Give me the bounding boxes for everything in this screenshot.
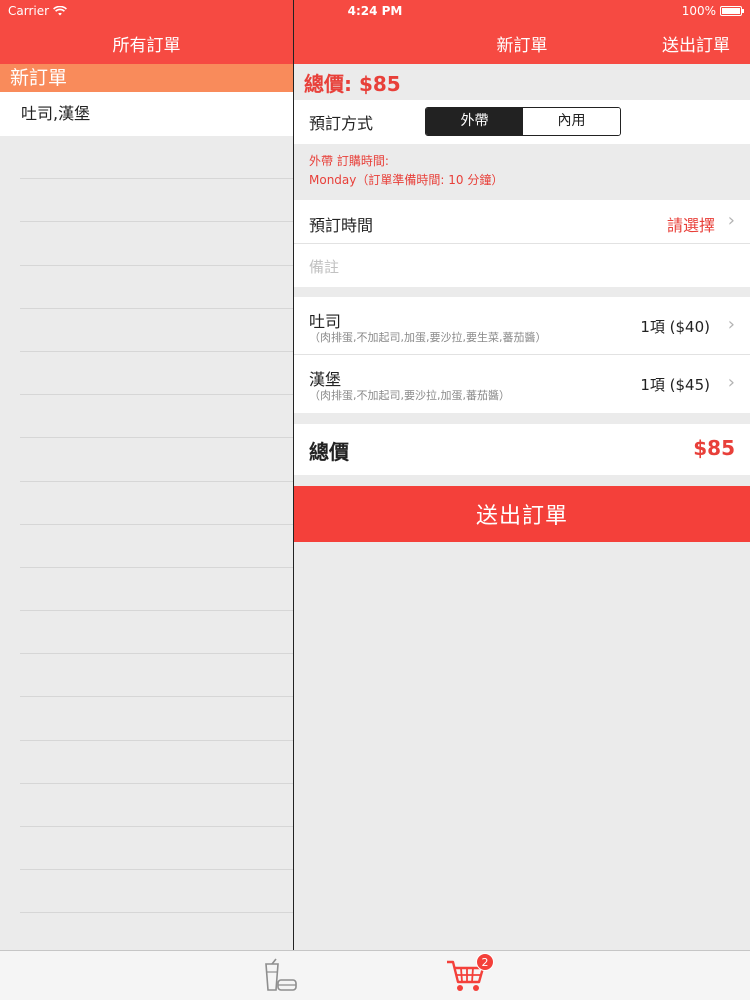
order-type-row: 預訂方式 外帶 內用: [294, 100, 750, 144]
empty-row-separator: [20, 179, 293, 223]
total-price-summary: 總價: $85: [304, 72, 401, 96]
battery-percent: 100%: [681, 4, 716, 18]
battery-icon: [720, 6, 744, 16]
empty-row-separator: [20, 611, 293, 655]
submit-order-nav-button[interactable]: 送出訂單: [662, 31, 730, 56]
empty-row-separator: [20, 352, 293, 396]
cart-badge: 2: [476, 953, 494, 971]
item-options: （肉排蛋,不加起司,加蛋,要沙拉,要生菜,蕃茄醬）: [309, 331, 547, 344]
empty-row-separator: [20, 827, 293, 871]
order-time-info-line2: Monday（訂單準備時間: 10 分鐘）: [309, 173, 504, 187]
empty-row-separator: [20, 309, 293, 352]
section-header-new-orders: 新訂單: [0, 64, 293, 92]
order-list-item[interactable]: 吐司,漢堡: [0, 92, 293, 136]
booking-time-value: 請選擇: [666, 216, 715, 235]
total-label: 總價: [309, 440, 349, 464]
tab-bar: 2: [0, 950, 750, 1000]
empty-row-separator: [20, 136, 293, 180]
cart-item-row[interactable]: 漢堡 （肉排蛋,不加起司,要沙拉,加蛋,蕃茄醬） 1項 ($45) ›: [294, 355, 750, 413]
status-time: 4:24 PM: [347, 4, 403, 18]
status-right: 100%: [681, 4, 744, 18]
empty-row-separator: [20, 654, 293, 698]
order-type-segmented-control: 外帶 內用: [425, 107, 621, 136]
chevron-right-icon: ›: [727, 372, 735, 393]
booking-time-row[interactable]: 預訂時間 請選擇 ›: [294, 200, 750, 244]
chevron-right-icon: ›: [727, 210, 735, 231]
empty-row-separator: [20, 870, 293, 914]
segment-takeout[interactable]: 外帶: [426, 108, 523, 135]
left-nav-title: 所有訂單: [112, 35, 181, 56]
left-nav-bar: 所有訂單: [0, 22, 293, 64]
total-row: 總價 $85: [294, 424, 750, 475]
empty-row-separator: [20, 438, 293, 482]
segment-dine-in[interactable]: 內用: [523, 108, 620, 135]
tab-cart[interactable]: 2: [444, 953, 494, 997]
right-nav-bar: 新訂單 送出訂單: [294, 22, 750, 64]
order-detail-pane: 新訂單 送出訂單 總價: $85 預訂方式 外帶 內用 外帶 訂購時間: Mon…: [294, 0, 750, 950]
drink-food-icon: [265, 958, 297, 991]
orders-list-pane: 所有訂單 新訂單 吐司,漢堡: [0, 0, 293, 950]
empty-row-separator: [20, 395, 293, 439]
empty-row-separator: [20, 222, 293, 266]
tab-menu[interactable]: [258, 955, 302, 997]
empty-row-separator: [20, 568, 293, 612]
item-options: （肉排蛋,不加起司,要沙拉,加蛋,蕃茄醬）: [309, 389, 510, 402]
split-view-divider: [293, 0, 294, 950]
empty-row-separator: [20, 525, 293, 568]
empty-row-separator: [20, 266, 293, 309]
order-type-label: 預訂方式: [309, 114, 374, 133]
chevron-right-icon: ›: [727, 314, 735, 335]
note-placeholder: 備註: [309, 258, 340, 276]
empty-row-separator: [20, 697, 293, 741]
submit-order-button[interactable]: 送出訂單: [294, 486, 750, 542]
empty-row-separator: [20, 482, 293, 525]
order-time-info-line1: 外帶 訂購時間:: [309, 154, 389, 168]
item-quantity-price: 1項 ($45): [640, 376, 710, 394]
status-bar: Carrier 4:24 PM 100%: [0, 0, 750, 22]
empty-row-separator: [20, 784, 293, 827]
empty-list-rows: [0, 136, 293, 914]
total-amount: $85: [693, 436, 735, 460]
booking-time-label: 預訂時間: [309, 216, 374, 235]
note-row[interactable]: 備註: [294, 244, 750, 287]
empty-row-separator: [20, 741, 293, 784]
cart-item-row[interactable]: 吐司 （肉排蛋,不加起司,加蛋,要沙拉,要生菜,蕃茄醬） 1項 ($40) ›: [294, 297, 750, 355]
item-quantity-price: 1項 ($40): [640, 318, 710, 336]
